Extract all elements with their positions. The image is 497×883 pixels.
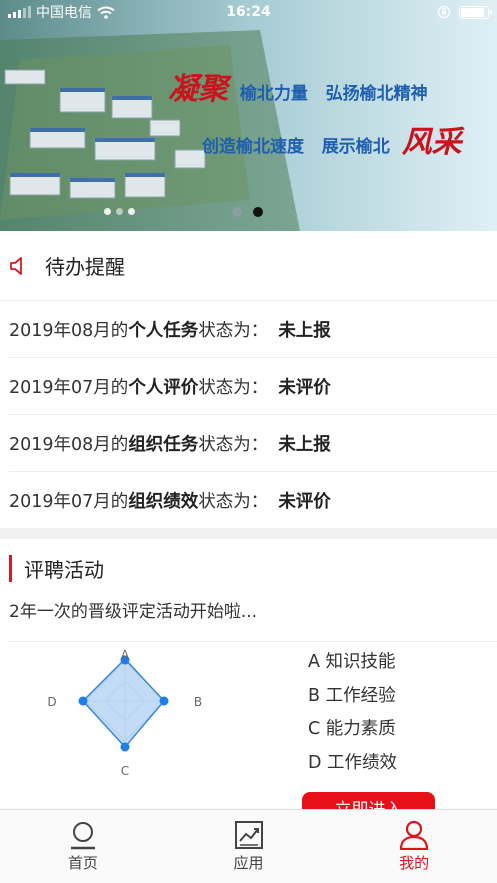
- status-bar: 中国电信 16:24: [0, 0, 497, 24]
- todo-item-name: 组织绩效: [128, 492, 199, 512]
- title-accent-bar: [9, 554, 12, 582]
- todo-item-period: 2019年07月的: [9, 377, 129, 398]
- tab-home[interactable]: 首页: [0, 810, 166, 883]
- todo-item-status: 未上报: [278, 434, 331, 455]
- tab-home-label: 首页: [67, 854, 98, 872]
- tab-mine-label: 我的: [399, 854, 430, 872]
- legend-item-b: B 工作经验: [308, 685, 396, 706]
- todo-item-status-label: 状态为：: [198, 434, 269, 455]
- todo-item-status: 未上报: [278, 320, 331, 341]
- slogan-2b: 展示榆北: [321, 137, 390, 157]
- tab-bar: 首页 应用 我的: [0, 809, 497, 883]
- radar-label-a: A: [121, 649, 130, 662]
- radar-legend: A 知识技能 B 工作经验 C 能力素质 D 工作绩效: [308, 649, 397, 783]
- legend-item-a: A 知识技能: [308, 652, 396, 672]
- radar-label-c: C: [121, 764, 129, 778]
- speaker-icon: [10, 256, 22, 275]
- pager-dot-1[interactable]: [232, 207, 242, 217]
- todo-item-status-label: 状态为：: [198, 377, 269, 398]
- todo-section: 待办提醒 2019年08月的 个人任务 状态为： 未上报 2019年07月的 个人评价 状态…: [0, 231, 497, 529]
- legend-item-c: C 能力素质: [308, 719, 396, 739]
- signal-icon: [8, 6, 31, 18]
- todo-item[interactable]: 2019年07月的 个人评价 状态为： 未评价: [9, 358, 497, 415]
- tab-mine[interactable]: 我的: [331, 810, 497, 883]
- carrier-name: 中国电信: [36, 5, 92, 21]
- todo-item-period: 2019年08月的: [9, 320, 129, 341]
- evaluation-header: 评聘活动: [0, 539, 497, 597]
- evaluation-description[interactable]: 2年一次的晋级评定活动开始啦...: [9, 597, 497, 642]
- slogan-1b: 弘扬榆北精神: [325, 84, 428, 104]
- battery-fill: [461, 7, 485, 17]
- home-icon: [70, 822, 95, 850]
- campus-aerial-image: [0, 0, 497, 231]
- todo-item-period: 2019年08月的: [9, 434, 129, 455]
- todo-item[interactable]: 2019年07月的 组织绩效 状态为： 未评价: [9, 472, 497, 529]
- enter-activity-button[interactable]: 立即进入: [302, 792, 435, 809]
- todo-header: 待办提醒: [0, 231, 497, 301]
- evaluation-title: 评聘活动: [24, 557, 104, 582]
- radar-label-d: D: [47, 695, 56, 709]
- slogan-1a: 榆北力量: [239, 84, 308, 104]
- todo-item-status: 未评价: [278, 492, 331, 512]
- todo-item-name: 个人评价: [128, 377, 199, 398]
- slogan-line-2: 创造榆北速度 展示榆北 风采: [202, 117, 468, 161]
- slogan-big-1: 凝聚: [168, 72, 228, 107]
- section-divider: [0, 528, 497, 539]
- todo-item-period: 2019年07月的: [9, 492, 129, 512]
- todo-item[interactable]: 2019年08月的 组织任务 状态为： 未上报: [9, 415, 497, 472]
- image-pager-dots: [104, 208, 135, 215]
- legend-item-d: D 工作绩效: [308, 752, 398, 773]
- chart-icon: [234, 821, 263, 849]
- todo-item-name: 组织任务: [128, 434, 199, 455]
- radar-label-b: B: [194, 695, 202, 709]
- slogan-big-2: 风采: [401, 125, 462, 160]
- todo-item[interactable]: 2019年08月的 个人任务 状态为： 未上报: [9, 301, 497, 358]
- todo-item-name: 个人任务: [128, 320, 199, 341]
- evaluation-section: 评聘活动 2年一次的晋级评定活动开始啦... A B C D A 知识技能 B …: [0, 539, 497, 809]
- carousel-pager[interactable]: [232, 207, 263, 217]
- wifi-icon: [97, 6, 115, 19]
- tab-apps-label: 应用: [233, 854, 264, 872]
- rotation-lock-icon: [437, 5, 451, 19]
- todo-item-status: 未评价: [278, 377, 331, 398]
- todo-title: 待办提醒: [45, 255, 125, 279]
- battery-icon: [459, 5, 492, 19]
- pager-dot-2[interactable]: [253, 207, 263, 217]
- todo-item-status-label: 状态为：: [198, 492, 269, 512]
- slogan-2a: 创造榆北速度: [202, 137, 304, 157]
- slogan-line-1: 凝聚 榆北力量 弘扬榆北精神: [162, 64, 428, 108]
- user-icon: [400, 820, 429, 850]
- tab-apps[interactable]: 应用: [166, 810, 332, 883]
- radar-chart: A B C D: [47, 649, 202, 778]
- banner-carousel[interactable]: 凝聚 榆北力量 弘扬榆北精神 创造榆北速度 展示榆北 风采: [0, 0, 497, 231]
- todo-item-status-label: 状态为：: [198, 320, 269, 341]
